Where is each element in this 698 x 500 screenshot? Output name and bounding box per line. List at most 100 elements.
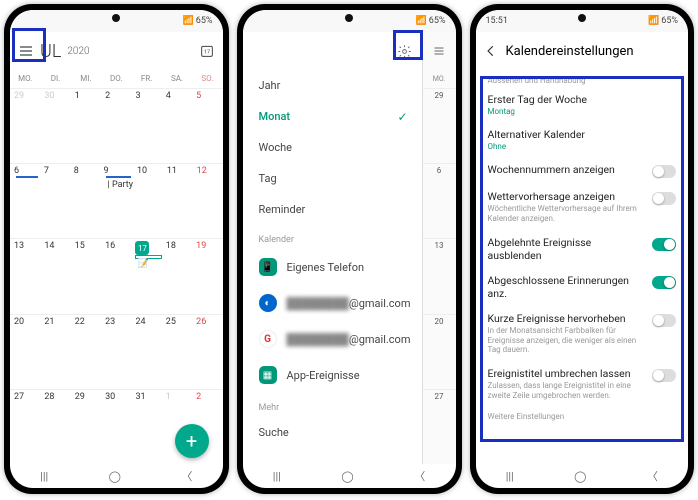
highlight-gear <box>393 30 423 60</box>
calendar-cell[interactable]: 29 <box>10 89 40 163</box>
today-icon[interactable]: 17 <box>199 43 215 59</box>
day-header: DO. <box>101 70 131 88</box>
peek-cell[interactable]: 6 <box>423 163 456 238</box>
drawer-section-calendars: Kalender <box>243 225 422 249</box>
calendar-peek-strip: MO. 296132027 <box>423 32 456 464</box>
calendar-cell[interactable]: 2 <box>101 89 131 163</box>
peek-hamburger-icon[interactable] <box>423 32 456 70</box>
peek-cell[interactable]: 13 <box>423 238 456 313</box>
calendar-cell[interactable]: 30 <box>101 390 131 464</box>
calendar-cell[interactable]: 5 <box>192 89 222 163</box>
peek-day-header: MO. <box>423 70 456 88</box>
calendar-cell[interactable]: 7 <box>40 164 70 238</box>
drawer-screen: 📶65% Jahr Monat✓ Woche Tag Reminder Kale… <box>243 10 456 488</box>
calendar-cell[interactable]: 27 <box>10 390 40 464</box>
phone-1: 📶65% UL 2020 17 MO.DI.MI.DO.FR.SA.SO. 29… <box>4 4 229 494</box>
nav-back-icon[interactable]: 〈 <box>414 468 425 484</box>
nav-recents-icon[interactable]: ||| <box>40 470 48 483</box>
account-app-events[interactable]: ▦ App-Ereignisse <box>243 357 422 393</box>
settings-screen: 15:51 📶65% Kalendereinstellungen Aussehe… <box>476 10 689 488</box>
drawer-search[interactable]: Suche <box>243 417 422 448</box>
calendar-cell[interactable]: 29 <box>71 390 101 464</box>
account-gmail-2[interactable]: G ████████@gmail.com <box>243 321 422 357</box>
nav-home-icon[interactable]: ◯ <box>574 470 586 483</box>
year-label[interactable]: 2020 <box>67 46 89 57</box>
calendar-cell[interactable]: 26 <box>192 315 222 389</box>
status-battery: 65% <box>196 16 213 26</box>
view-week[interactable]: Woche <box>243 132 422 163</box>
side-drawer: Jahr Monat✓ Woche Tag Reminder Kalender … <box>243 32 423 464</box>
samsung-account-icon: ◐ <box>259 294 277 312</box>
calendar-cell[interactable]: 31 <box>131 390 161 464</box>
day-header: MO. <box>10 70 40 88</box>
highlight-settings-list <box>480 76 685 442</box>
calendar-cell[interactable]: 15 <box>71 239 101 313</box>
view-reminder[interactable]: Reminder <box>243 194 422 225</box>
account-gmail-1[interactable]: ◐ ████████@gmail.com <box>243 285 422 321</box>
settings-header: Kalendereinstellungen <box>476 32 689 70</box>
camera-cutout <box>112 14 120 22</box>
camera-cutout <box>345 14 353 22</box>
phone-icon: 📱 <box>259 258 277 276</box>
calendar-cell[interactable]: 20 <box>10 315 40 389</box>
calendar-grid: MO.DI.MI.DO.FR.SA.SO. 2930123456 789| Pa… <box>10 70 223 464</box>
day-header: SO. <box>192 70 222 88</box>
calendar-cell[interactable]: 4 <box>162 89 192 163</box>
calendar-cell[interactable]: 3 <box>131 89 161 163</box>
status-time: 15:51 <box>486 16 508 26</box>
phone-2: 📶65% Jahr Monat✓ Woche Tag Reminder Kale… <box>237 4 462 494</box>
nav-back-icon[interactable]: 〈 <box>181 468 192 484</box>
nav-recents-icon[interactable]: ||| <box>506 470 514 483</box>
view-month[interactable]: Monat✓ <box>243 101 422 132</box>
calendar-cell[interactable]: 21 <box>40 315 70 389</box>
nav-recents-icon[interactable]: ||| <box>273 470 281 483</box>
nav-back-icon[interactable]: 〈 <box>647 468 658 484</box>
add-event-fab[interactable]: + <box>175 424 209 458</box>
view-year[interactable]: Jahr <box>243 70 422 101</box>
android-navbar: ||| ◯ 〈 <box>10 464 223 488</box>
drawer-section-more: Mehr <box>243 393 422 417</box>
peek-cell[interactable]: 27 <box>423 389 456 464</box>
calendar-cell[interactable]: 23 <box>101 315 131 389</box>
view-day[interactable]: Tag <box>243 163 422 194</box>
peek-cell[interactable]: 29 <box>423 88 456 163</box>
app-events-icon: ▦ <box>259 366 277 384</box>
nav-home-icon[interactable]: ◯ <box>341 470 353 483</box>
calendar-cell[interactable]: 8 <box>70 164 100 238</box>
account-own-phone[interactable]: 📱 Eigenes Telefon <box>243 249 422 285</box>
back-icon[interactable] <box>484 44 498 58</box>
camera-cutout <box>578 14 586 22</box>
nav-home-icon[interactable]: ◯ <box>109 470 121 483</box>
check-icon: ✓ <box>397 110 407 124</box>
calendar-cell[interactable]: 19 <box>192 239 222 313</box>
android-navbar: ||| ◯ 〈 <box>243 464 456 488</box>
calendar-screen: 📶65% UL 2020 17 MO.DI.MI.DO.FR.SA.SO. 29… <box>10 10 223 488</box>
calendar-cell[interactable]: 17📝 <box>131 239 161 313</box>
calendar-cell[interactable]: 18 <box>162 239 192 313</box>
calendar-cell[interactable]: 25 <box>162 315 192 389</box>
day-header: DI. <box>40 70 70 88</box>
day-header: FR. <box>131 70 161 88</box>
calendar-cell[interactable]: 9| Party <box>100 164 133 238</box>
calendar-cell[interactable]: 30 <box>40 89 70 163</box>
calendar-cell[interactable]: 10 <box>133 164 163 238</box>
calendar-cell[interactable]: 24 <box>131 315 161 389</box>
peek-cell[interactable]: 20 <box>423 314 456 389</box>
calendar-cell[interactable]: 13 <box>10 239 40 313</box>
android-navbar: ||| ◯ 〈 <box>476 464 689 488</box>
day-header: SA. <box>162 70 192 88</box>
highlight-hamburger <box>12 28 46 62</box>
svg-text:17: 17 <box>204 50 210 56</box>
day-header: MI. <box>71 70 101 88</box>
calendar-cell[interactable]: 11 <box>163 164 193 238</box>
status-right: 📶65% <box>183 16 213 26</box>
calendar-cell[interactable]: 14 <box>40 239 70 313</box>
calendar-cell[interactable]: 28 <box>40 390 70 464</box>
google-icon: G <box>259 330 277 348</box>
calendar-cell[interactable]: 6 <box>10 164 40 238</box>
calendar-cell[interactable]: 12 <box>193 164 223 238</box>
calendar-cell[interactable]: 1 <box>71 89 101 163</box>
settings-title: Kalendereinstellungen <box>506 44 634 59</box>
calendar-cell[interactable]: 16 <box>101 239 131 313</box>
calendar-cell[interactable]: 22 <box>71 315 101 389</box>
